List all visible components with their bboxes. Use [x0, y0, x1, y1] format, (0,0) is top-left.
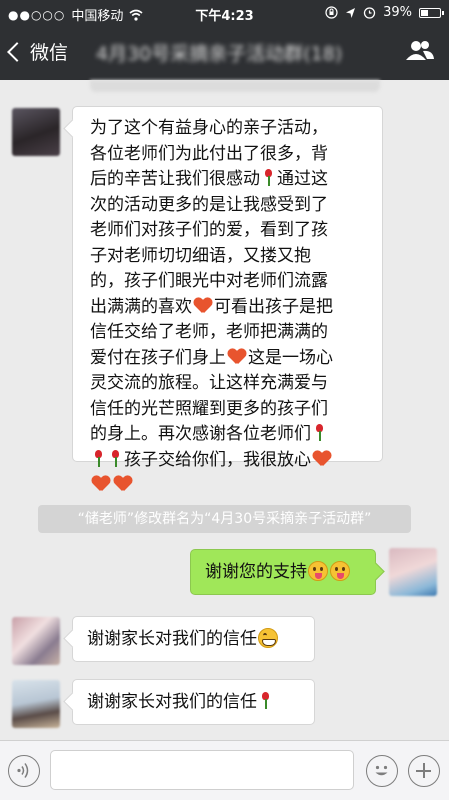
- rose-emoji-icon: [314, 424, 325, 441]
- avatar[interactable]: [12, 108, 60, 156]
- rose-emoji-icon: [263, 169, 274, 186]
- my-avatar[interactable]: [389, 548, 437, 596]
- alarm-clock-icon: [363, 7, 376, 19]
- status-bar: ●●○○○ 中国移动 下午4:23 39%: [0, 0, 449, 26]
- message-line: 各位老师们为此付出了很多，背: [90, 143, 328, 164]
- message-text: 谢谢家长对我们的信任: [87, 692, 257, 712]
- grinning-emoji-icon: [258, 628, 278, 648]
- message-line: 灵交流的旅程。让这样充满爱与: [90, 373, 328, 393]
- heart-emoji-icon: [114, 476, 132, 492]
- orientation-lock-icon: [325, 6, 338, 19]
- previous-message-fragment: [90, 80, 380, 92]
- tongue-out-emoji-icon: [330, 561, 350, 581]
- tongue-out-emoji-icon: [308, 561, 328, 581]
- message-line: 后的辛苦让我们很感动 通过这: [90, 169, 328, 189]
- heart-emoji-icon: [92, 476, 110, 492]
- smiley-icon: [375, 765, 388, 776]
- message-bubble[interactable]: 谢谢家长对我们的信任: [72, 616, 315, 662]
- chat-header: ●●○○○ 中国移动 下午4:23 39% 微信 4月30号采摘亲子活动群(18…: [0, 0, 449, 80]
- emoji-button[interactable]: [366, 755, 398, 787]
- rose-emoji-icon: [260, 692, 271, 709]
- message-line: 信任的光芒照耀到更多的孩子们: [90, 398, 328, 419]
- rose-emoji-icon: [110, 449, 121, 467]
- voice-wave-icon: [17, 763, 29, 778]
- message-input[interactable]: [50, 750, 354, 790]
- rose-emoji-icon: [93, 449, 104, 467]
- heart-emoji-icon: [194, 298, 212, 314]
- more-options-button[interactable]: [408, 755, 440, 787]
- group-members-icon[interactable]: [405, 38, 435, 64]
- chevron-left-icon: [7, 41, 27, 62]
- back-label: 微信: [30, 42, 69, 64]
- message-text: 谢谢家长对我们的信任: [87, 629, 257, 649]
- message-line: 的身上。再次感谢各位老师们: [90, 422, 372, 448]
- back-button[interactable]: 微信: [7, 38, 69, 65]
- message-line: 爱付在孩子们身上 这是一场心: [90, 347, 333, 368]
- voice-input-button[interactable]: [8, 755, 40, 787]
- chat-title: 4月30号采摘亲子活动群(18): [96, 43, 343, 65]
- message-list[interactable]: 为了这个有益身心的亲子活动， 各位老师们为此付出了很多，背 后的辛苦让我们很感动…: [0, 80, 449, 740]
- message-bubble[interactable]: 谢谢家长对我们的信任: [72, 679, 315, 725]
- message-text: 谢谢您的支持: [205, 562, 307, 582]
- nav-bar: 微信 4月30号采摘亲子活动群(18): [0, 26, 449, 80]
- battery-percent: 39%: [383, 5, 412, 20]
- message-line: 子对老师切切细语，又搂又抱: [90, 245, 311, 266]
- heart-emoji-icon: [228, 349, 246, 365]
- system-notice: “储老师”修改群名为“4月30号采摘亲子活动群”: [38, 505, 411, 533]
- message-line: 出满满的喜欢 可看出孩子是把: [90, 296, 333, 317]
- input-toolbar: [0, 740, 449, 800]
- location-arrow-icon: [346, 7, 356, 18]
- message-bubble-outgoing[interactable]: 谢谢您的支持: [190, 549, 376, 595]
- message-line: 信任交给了老师，老师把满满的: [90, 322, 328, 342]
- heart-emoji-icon: [313, 451, 331, 467]
- message-line: 老师们对孩子们的爱，看到了孩: [90, 220, 328, 240]
- avatar[interactable]: [12, 617, 60, 665]
- message-bubble[interactable]: 为了这个有益身心的亲子活动， 各位老师们为此付出了很多，背 后的辛苦让我们很感动…: [72, 106, 383, 470]
- avatar[interactable]: [12, 680, 60, 728]
- message-line: 孩子交给你们，我很放心: [90, 448, 372, 474]
- battery-icon: [419, 7, 444, 18]
- message-line: 次的活动更多的是让我感受到了: [90, 194, 328, 215]
- message-line: 为了这个有益身心的亲子活动，: [90, 118, 328, 138]
- message-line: 的，孩子们眼光中对老师们流露: [90, 271, 328, 291]
- message-line: [90, 473, 372, 499]
